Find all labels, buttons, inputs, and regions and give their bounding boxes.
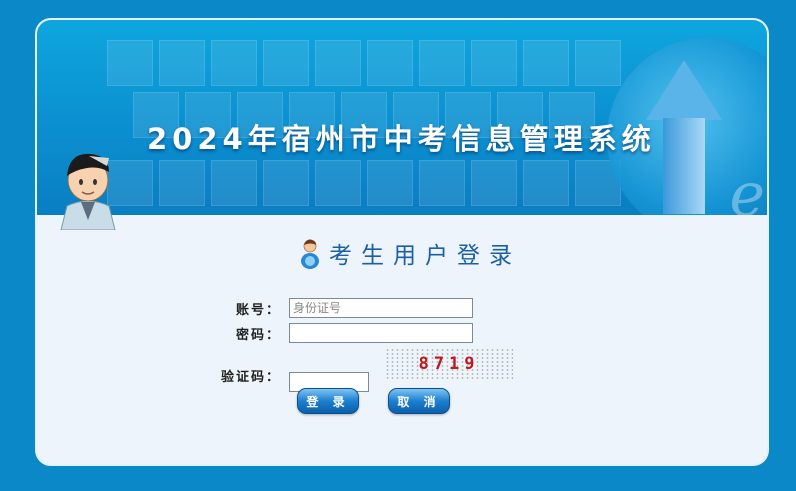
account-label: 账号： — [235, 302, 281, 318]
login-button[interactable]: 登 录 — [297, 388, 359, 414]
cancel-button[interactable]: 取 消 — [388, 388, 450, 414]
header-banner: e 2024年宿州市中考信息管理系统 — [37, 20, 767, 215]
arrow-graphic — [646, 60, 722, 120]
login-panel: e 2024年宿州市中考信息管理系统 考生用户登录 账号： 密码： 验证码： 8… — [35, 18, 769, 466]
password-input[interactable] — [289, 323, 473, 343]
login-heading-text: 考生用户登录 — [329, 243, 521, 269]
captcha-text: 8719 — [418, 354, 480, 374]
account-input[interactable] — [289, 298, 473, 318]
captcha-image[interactable]: 8719 — [385, 348, 513, 380]
captcha-label: 验证码： — [220, 369, 281, 385]
captcha-row: 验证码： — [37, 358, 369, 392]
user-icon — [301, 239, 319, 269]
system-title: 2024年宿州市中考信息管理系统 — [147, 122, 656, 156]
login-heading: 考生用户登录 — [299, 235, 521, 271]
e-letter-graphic: e — [729, 160, 765, 215]
mascot-avatar — [60, 153, 116, 230]
password-row: 密码： — [37, 323, 473, 343]
account-row: 账号： — [37, 298, 473, 318]
password-label: 密码： — [235, 327, 281, 343]
